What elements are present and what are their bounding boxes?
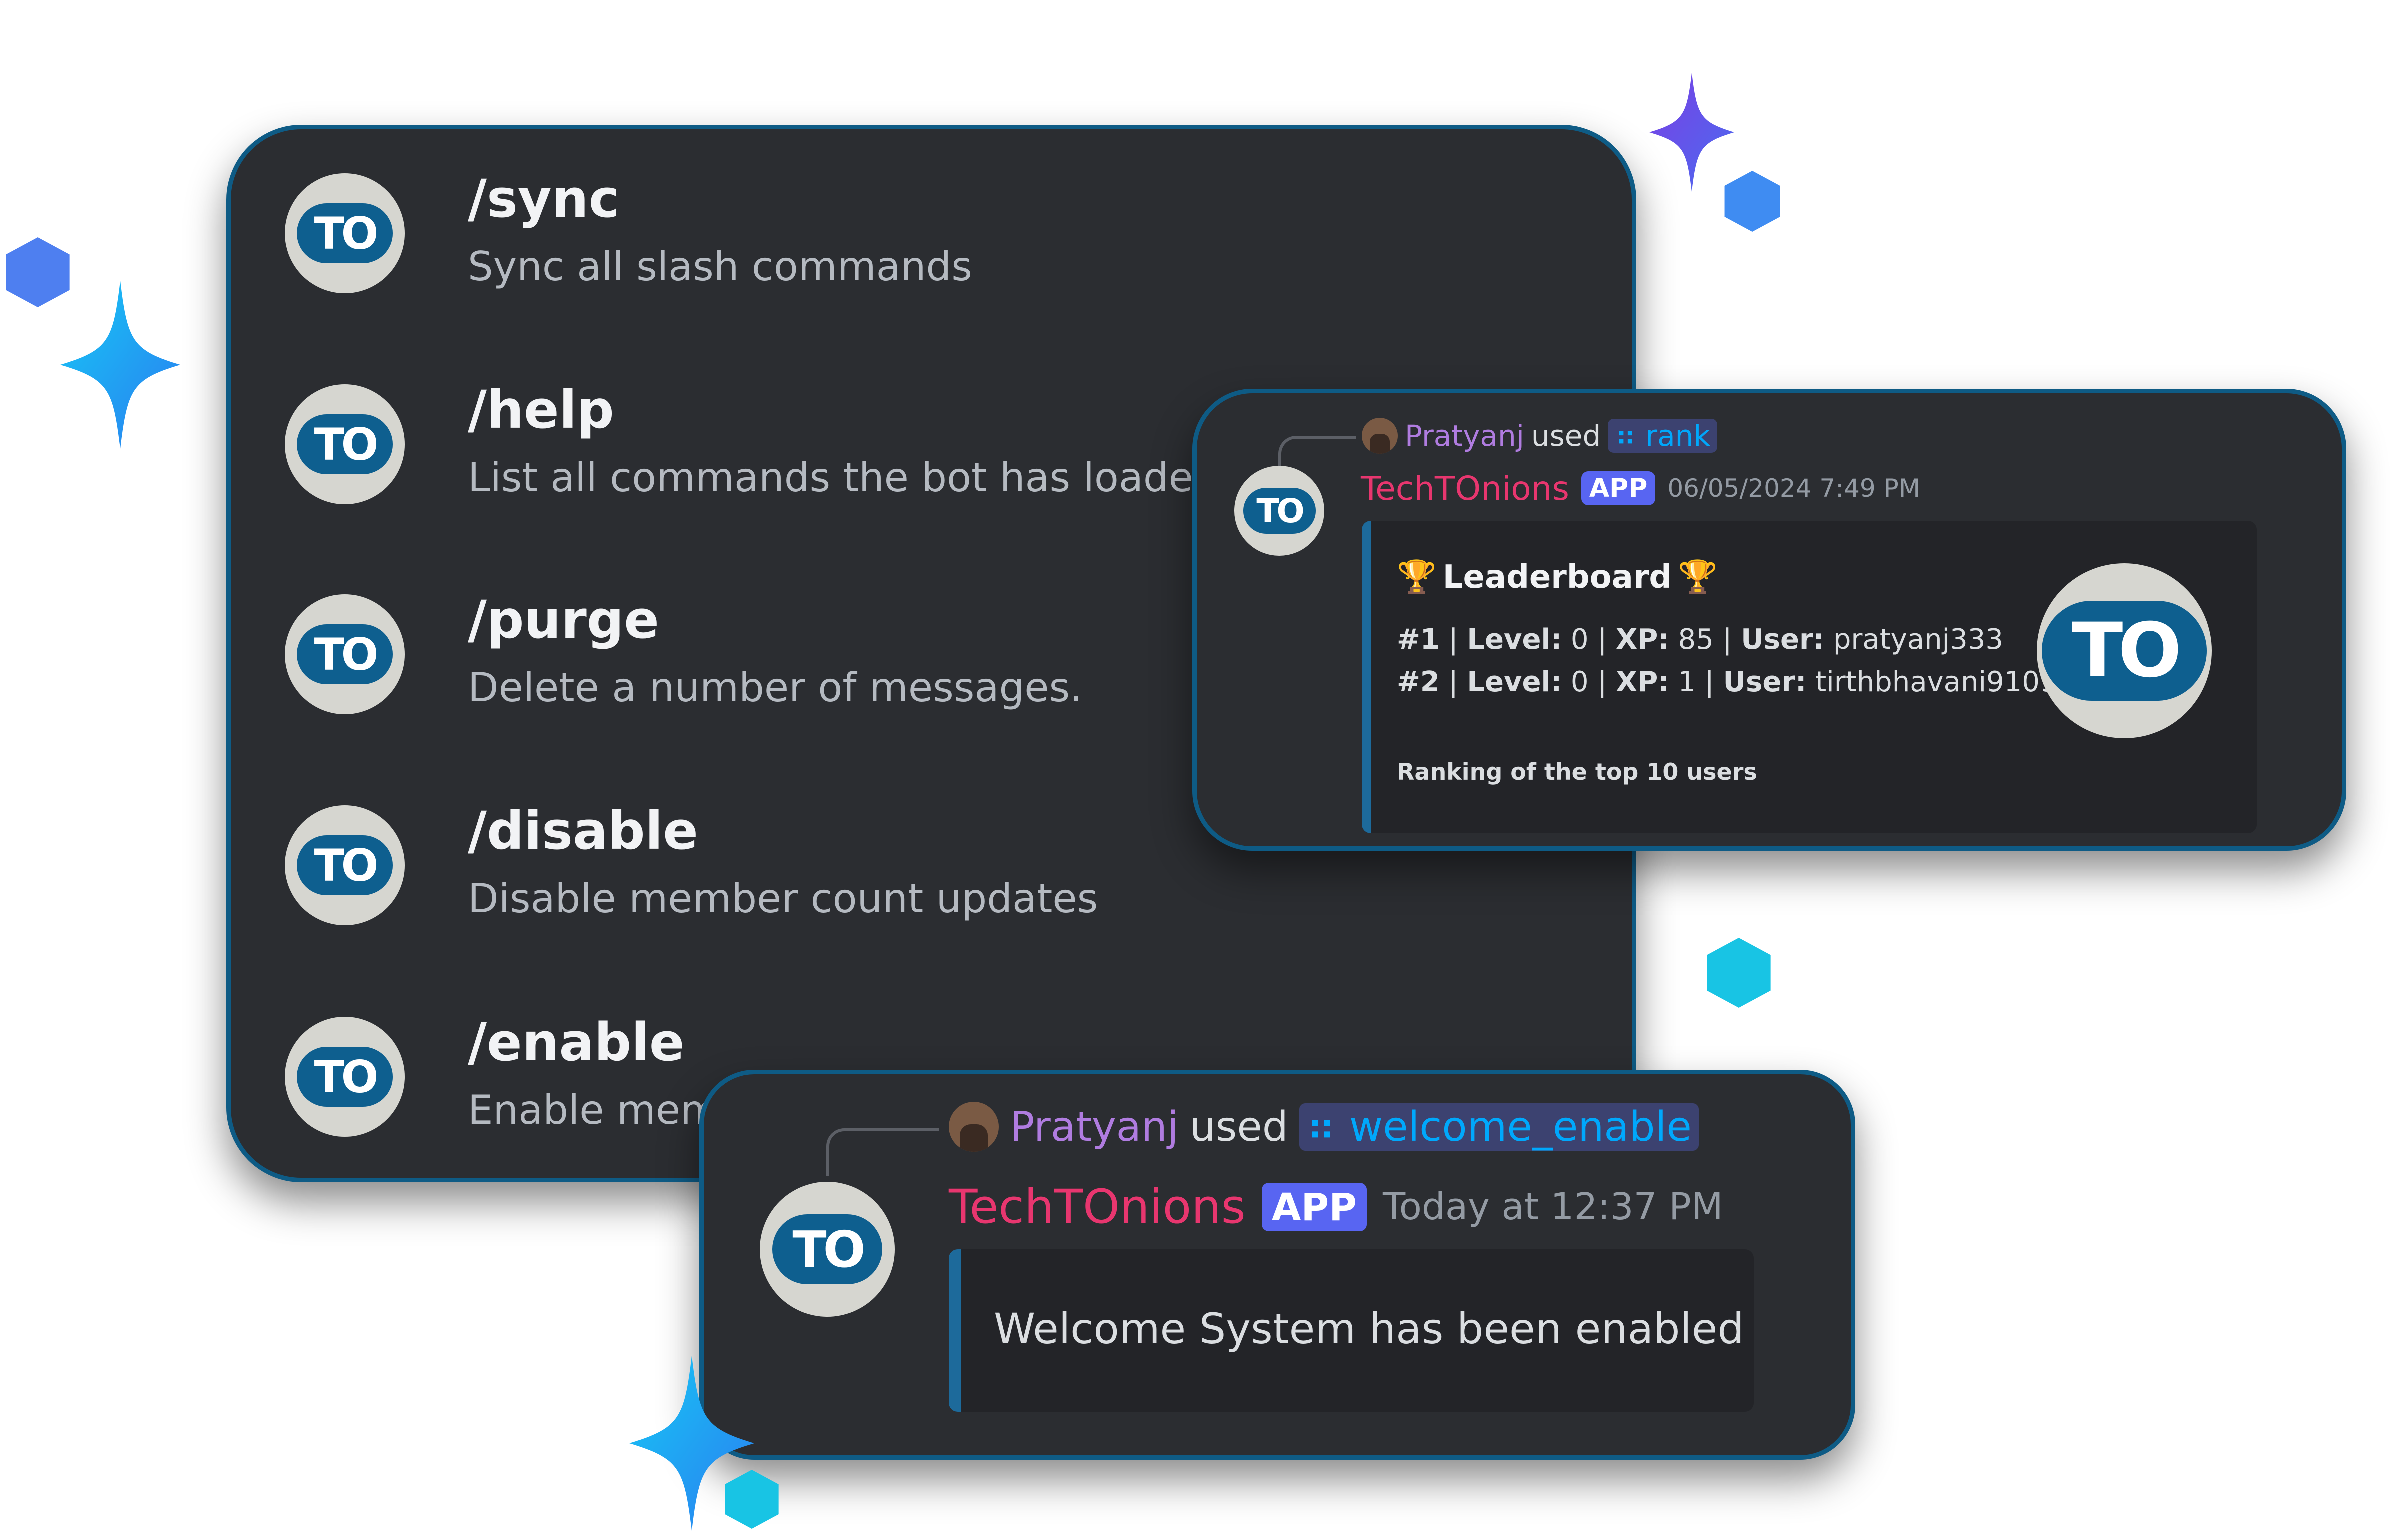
user-avatar[interactable] [949, 1102, 999, 1152]
command-description: Delete a number of messages. [468, 664, 1083, 711]
sparkle-star-icon [60, 281, 180, 449]
leaderboard-embed: 🏆 Leaderboard 🏆 #1 | Level: 0 | XP: 85 |… [1362, 521, 2257, 834]
command-name: /sync [468, 168, 620, 230]
message-header: TechTOnions APP 06/05/2024 7:49 PM [1361, 466, 1920, 511]
bot-avatar[interactable]: TO [1234, 466, 1324, 556]
bot-avatar: TO [285, 174, 405, 294]
bot-avatar[interactable]: TO [760, 1182, 895, 1317]
embed-footer: Ranking of the top 10 users [1397, 758, 1757, 786]
slash-command-icon: ⠶ [1306, 1103, 1336, 1151]
bot-name[interactable]: TechTOnions [949, 1180, 1246, 1234]
leaderboard-row: #2 | Level: 0 | XP: 1 | User: tirthbhava… [1397, 666, 2058, 698]
slash-command-icon: ⠶ [1615, 419, 1636, 453]
command-chip[interactable]: ⠶ welcome_enable [1299, 1103, 1699, 1151]
timestamp: 06/05/2024 7:49 PM [1667, 474, 1920, 503]
invoker-name[interactable]: Pratyanj [1010, 1104, 1179, 1151]
command-description: Sync all slash commands [468, 244, 972, 290]
used-label: used [1189, 1103, 1288, 1151]
leaderboard-message: Pratyanj used ⠶ rank TO TechTOnions APP … [1192, 389, 2346, 851]
welcome-message: Pratyanj used ⠶ welcome_enable TO TechTO… [699, 1070, 1855, 1460]
bot-avatar: TO [285, 384, 405, 504]
command-name: /enable [468, 1012, 685, 1073]
app-badge: APP [1581, 472, 1656, 506]
command-description: Enable mem [468, 1087, 720, 1134]
reply-header: Pratyanj used ⠶ rank [1362, 414, 1717, 458]
invoker-name[interactable]: Pratyanj [1405, 419, 1524, 453]
embed-thumbnail[interactable]: TO [2037, 564, 2212, 738]
command-description: List all commands the bot has loaded. [468, 454, 1232, 501]
timestamp: Today at 12:37 PM [1382, 1186, 1723, 1228]
command-item-sync[interactable]: TO /sync Sync all slash commands [285, 168, 1585, 324]
embed-title: 🏆 Leaderboard 🏆 [1397, 558, 1718, 596]
bot-avatar: TO [285, 594, 405, 714]
hexagon-icon [1724, 171, 1780, 232]
reply-connector [826, 1128, 939, 1176]
user-avatar[interactable] [1362, 418, 1398, 454]
embed-accent-bar [1362, 521, 1371, 834]
bot-avatar: TO [285, 806, 405, 926]
hexagon-icon [6, 238, 70, 308]
trophy-icon: 🏆 [1678, 559, 1718, 596]
app-badge: APP [1261, 1182, 1367, 1232]
reply-header: Pratyanj used ⠶ welcome_enable [949, 1097, 1699, 1157]
welcome-embed: Welcome System has been enabled [949, 1250, 1754, 1412]
command-name: /disable [468, 800, 698, 862]
sparkle-star-icon [1649, 73, 1734, 192]
leaderboard-row: #1 | Level: 0 | XP: 85 | User: pratyanj3… [1397, 624, 2004, 656]
embed-accent-bar [949, 1250, 961, 1412]
command-name: /purge [468, 590, 659, 650]
used-label: used [1531, 419, 1601, 453]
command-description: Disable member count updates [468, 876, 1098, 922]
hexagon-icon [1707, 938, 1771, 1008]
bot-name[interactable]: TechTOnions [1361, 470, 1569, 508]
command-chip[interactable]: ⠶ rank [1608, 419, 1717, 453]
hexagon-icon [725, 1470, 779, 1529]
trophy-icon: 🏆 [1397, 559, 1437, 596]
embed-text: Welcome System has been enabled [994, 1304, 1744, 1354]
bot-avatar: TO [285, 1017, 405, 1137]
message-header: TechTOnions APP Today at 12:37 PM [949, 1177, 1723, 1237]
command-name: /help [468, 380, 614, 440]
